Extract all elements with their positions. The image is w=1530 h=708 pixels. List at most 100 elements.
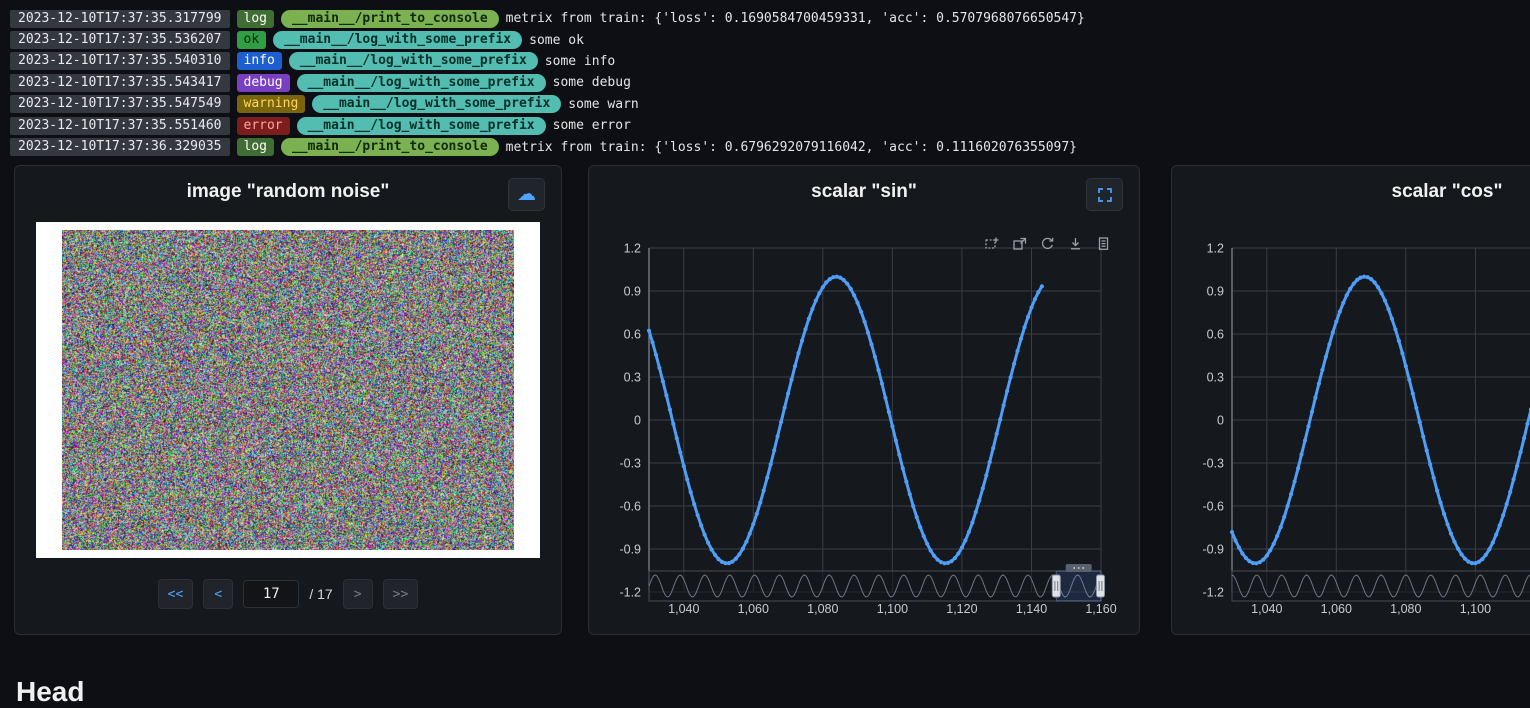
log-row: 2023-12-10T17:37:35.551460 error __main__/… [10, 115, 1530, 136]
log-row: 2023-12-10T17:37:35.543417 debug __main__/… [10, 72, 1530, 93]
log-level-badge: info [237, 52, 282, 70]
page-total-label: / 17 [309, 586, 332, 602]
data-view-icon[interactable] [1096, 236, 1111, 251]
page-number-input[interactable] [243, 580, 299, 608]
log-row: 2023-12-10T17:37:36.329035 log __main__/pr… [10, 136, 1530, 157]
first-page-button[interactable]: << [158, 579, 194, 609]
svg-text:0.6: 0.6 [624, 328, 641, 342]
cos-chart: 1.20.90.60.30-0.3-0.6-0.9-1.21,0401,0601… [1188, 222, 1530, 629]
log-timestamp: 2023-12-10T17:37:35.536207 [10, 31, 230, 49]
log-level-badge: log [237, 138, 274, 156]
fullscreen-icon [1096, 186, 1114, 204]
log-row: 2023-12-10T17:37:35.536207 ok __main__/log… [10, 29, 1530, 50]
svg-text:1,040: 1,040 [1251, 602, 1282, 616]
svg-text:0: 0 [1217, 414, 1224, 428]
line-chart-sin: 1.2 0.9 0.6 0.3 0 -0.3 -0.6 -0.9 -1.2 1,040 1,060 1… [605, 222, 1125, 624]
random-noise-image [62, 230, 514, 550]
svg-text:-0.9: -0.9 [1202, 543, 1224, 557]
log-source-badge: __main__/print_to_console [281, 138, 499, 156]
log-timestamp: 2023-12-10T17:37:35.551460 [10, 117, 230, 135]
svg-text:1,100: 1,100 [1460, 602, 1491, 616]
log-console: 2023-12-10T17:37:35.317799 log __main__/pr… [0, 0, 1530, 158]
svg-text:1,100: 1,100 [877, 602, 908, 616]
log-timestamp: 2023-12-10T17:37:35.317799 [10, 10, 230, 28]
svg-text:1.2: 1.2 [624, 242, 641, 256]
sin-chart: 1.2 0.9 0.6 0.3 0 -0.3 -0.6 -0.9 -1.2 1,040 1,060 1… [605, 222, 1139, 629]
prev-page-button[interactable]: < [203, 579, 233, 609]
datazoom-slider[interactable] [649, 564, 1105, 601]
log-timestamp: 2023-12-10T17:37:35.540310 [10, 52, 230, 70]
svg-text:0.3: 0.3 [1207, 371, 1224, 385]
log-level-badge: ok [237, 31, 267, 49]
log-source-badge: __main__/log_with_some_prefix [289, 52, 538, 70]
log-source-badge: __main__/log_with_some_prefix [297, 74, 546, 92]
log-row: 2023-12-10T17:37:35.540310 info __main__/l… [10, 51, 1530, 72]
area-zoom-icon[interactable] [984, 236, 999, 251]
log-row: 2023-12-10T17:37:35.547549 warning __main_… [10, 94, 1530, 115]
svg-text:1,140: 1,140 [1016, 602, 1047, 616]
log-timestamp: 2023-12-10T17:37:35.547549 [10, 95, 230, 113]
restore-icon[interactable] [1040, 236, 1055, 251]
log-row: 2023-12-10T17:37:35.317799 log __main__/pr… [10, 8, 1530, 29]
save-image-icon[interactable] [1068, 236, 1083, 251]
svg-text:-1.2: -1.2 [619, 586, 641, 600]
section-heading: Head [16, 676, 84, 708]
svg-text:-0.6: -0.6 [619, 500, 641, 514]
svg-text:0.9: 0.9 [624, 285, 641, 299]
fullscreen-button[interactable] [1086, 178, 1123, 211]
svg-text:0.6: 0.6 [1207, 328, 1224, 342]
log-message: some error [553, 118, 631, 133]
svg-text:1,060: 1,060 [738, 602, 769, 616]
log-timestamp: 2023-12-10T17:37:35.543417 [10, 74, 230, 92]
svg-text:-0.6: -0.6 [1202, 500, 1224, 514]
image-pager: << < / 17 > >> [15, 579, 561, 609]
zoom-reset-icon[interactable] [1012, 236, 1027, 251]
datazoom-slider[interactable] [1232, 564, 1530, 601]
svg-text:1,040: 1,040 [668, 602, 699, 616]
datazoom-left-handle[interactable] [1052, 575, 1060, 597]
svg-text:-0.3: -0.3 [1202, 457, 1224, 471]
log-source-badge: __main__/log_with_some_prefix [273, 31, 522, 49]
log-level-badge: debug [237, 74, 290, 92]
image-card: image "random noise" ☁ << < / 17 > >> [14, 165, 562, 635]
svg-text:1.2: 1.2 [1207, 242, 1224, 256]
log-timestamp: 2023-12-10T17:37:36.329035 [10, 138, 230, 156]
sin-card-header: scalar "sin" [589, 166, 1139, 218]
cards-row: image "random noise" ☁ << < / 17 > >> sc… [14, 165, 1530, 635]
log-message: metrix from train: {'loss': 0.1690584700… [506, 11, 1085, 26]
next-page-button[interactable]: > [343, 579, 373, 609]
svg-text:1,120: 1,120 [946, 602, 977, 616]
datazoom-window[interactable] [1056, 571, 1101, 601]
svg-text:-0.9: -0.9 [619, 543, 641, 557]
log-level-badge: log [237, 10, 274, 28]
svg-text:1,080: 1,080 [807, 602, 838, 616]
datazoom-right-handle[interactable] [1097, 575, 1105, 597]
log-source-badge: __main__/print_to_console [281, 10, 499, 28]
log-message: some info [545, 54, 615, 69]
log-message: metrix from train: {'loss': 0.6796292079… [506, 140, 1077, 155]
sin-chart-card: scalar "sin" 1.2 0.9 0.6 0.3 0 -0.3 -0.6 -0.9 -1… [588, 165, 1140, 635]
log-level-badge: warning [237, 95, 306, 113]
log-message: some ok [529, 33, 584, 48]
log-level-badge: error [237, 117, 290, 135]
svg-text:-1.2: -1.2 [1202, 586, 1224, 600]
svg-text:1,160: 1,160 [1085, 602, 1116, 616]
cos-chart-card: scalar "cos" 1.2 0.9 0.6 0.3 0 -0.3 -0.6 -0.9 -1… [1171, 165, 1530, 635]
cos-card-header: scalar "cos" [1172, 166, 1530, 218]
image-card-header: image "random noise" ☁ [15, 166, 561, 218]
svg-text:0.3: 0.3 [624, 371, 641, 385]
image-frame [36, 222, 540, 558]
download-image-button[interactable]: ☁ [508, 178, 545, 211]
log-source-badge: __main__/log_with_some_prefix [297, 117, 546, 135]
svg-text:0.9: 0.9 [1207, 285, 1224, 299]
last-page-button[interactable]: >> [383, 579, 419, 609]
svg-text:1,080: 1,080 [1390, 602, 1421, 616]
svg-text:0: 0 [634, 414, 641, 428]
log-message: some warn [568, 97, 638, 112]
cos-card-title: scalar "cos" [1392, 181, 1503, 203]
sin-card-title: scalar "sin" [811, 181, 917, 203]
svg-text:-0.3: -0.3 [619, 457, 641, 471]
line-chart-cos: 1.20.90.60.30-0.3-0.6-0.9-1.21,0401,0601… [1188, 222, 1530, 624]
chart-toolbox [984, 236, 1111, 251]
log-source-badge: __main__/log_with_some_prefix [312, 95, 561, 113]
